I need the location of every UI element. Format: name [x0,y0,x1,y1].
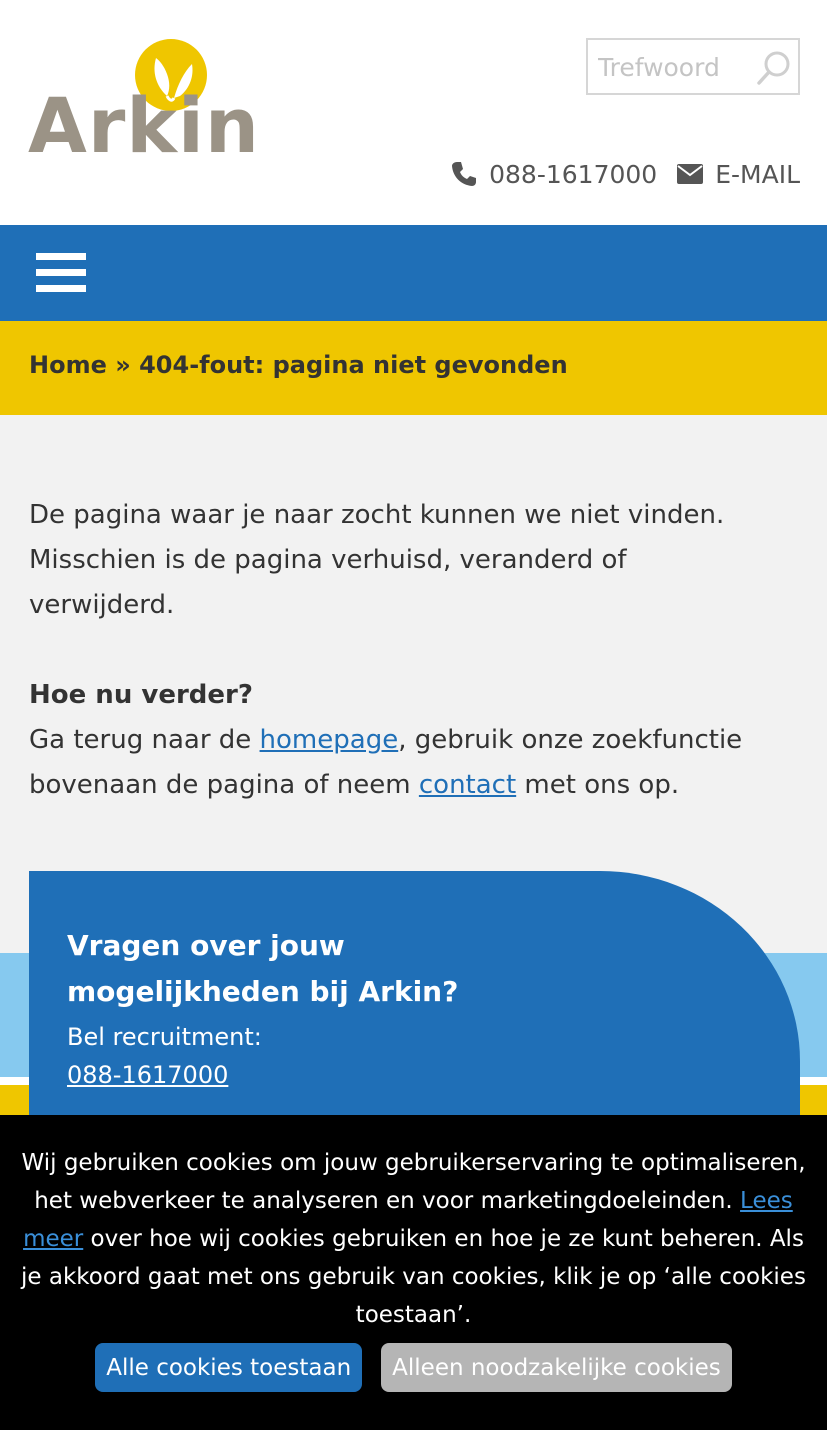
breadcrumb: Home » 404-fout: pagina niet gevonden [29,351,568,379]
email-label: E-MAIL [715,159,800,189]
hamburger-menu-icon[interactable] [36,253,86,295]
breadcrumb-current: 404-fout: pagina niet gevonden [139,351,568,379]
hamburger-line [36,253,86,260]
homepage-link[interactable]: homepage [260,725,399,755]
only-necessary-cookies-button[interactable]: Alleen noodzakelijke cookies [381,1343,732,1392]
phone-number: 088-1617000 [489,159,658,189]
breadcrumb-home[interactable]: Home [29,351,107,379]
site-header: Arkin 088-1617000 E-MAIL [0,0,827,225]
section-heading: Hoe nu verder? [29,680,253,710]
cookie-banner: Wij gebruiken cookies om jouw gebruikers… [0,1115,827,1430]
contact-link[interactable]: contact [419,770,516,800]
cta-phone-link[interactable]: 088-1617000 [67,1061,228,1089]
help-text: Ga terug naar de homepage, gebruik onze … [29,725,743,800]
arkin-logo[interactable]: Arkin [28,36,259,176]
intro-text: De pagina waar je naar zocht kunnen we n… [29,500,725,620]
search-button[interactable] [756,50,792,86]
main-navbar [0,225,827,321]
main-content: De pagina waar je naar zocht kunnen we n… [29,493,769,808]
cookie-message: Wij gebruiken cookies om jouw gebruikers… [21,1150,806,1328]
recruitment-cta: Vragen over jouw mogelijkheden bij Arkin… [29,871,800,1130]
search-icon [757,51,790,85]
cta-label: Bel recruitment: [67,1023,262,1051]
breadcrumb-bar: Home » 404-fout: pagina niet gevonden [0,321,827,415]
envelope-icon [677,164,704,184]
email-link[interactable]: E-MAIL [677,160,800,189]
hamburger-line [36,269,86,276]
search-box [586,38,800,95]
cta-title: Vragen over jouw mogelijkheden bij Arkin… [67,929,459,1008]
phone-link[interactable]: 088-1617000 [451,160,657,189]
cookie-buttons: Alle cookies toestaan Alleen noodzakelij… [0,1343,827,1392]
hamburger-line [36,285,86,292]
breadcrumb-separator: » [115,351,131,379]
accept-all-cookies-button[interactable]: Alle cookies toestaan [95,1343,363,1392]
search-input[interactable] [598,48,748,86]
header-contact: 088-1617000 E-MAIL [451,156,800,192]
phone-icon [452,162,477,186]
logo-wordmark: Arkin [28,81,260,170]
